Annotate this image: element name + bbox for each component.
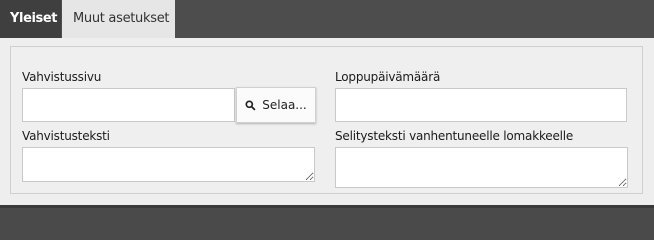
confirmation-page-input[interactable]: [22, 88, 235, 122]
confirmation-text-textarea[interactable]: [22, 147, 315, 182]
confirmation-text-label: Vahvistusteksti: [22, 129, 110, 143]
form-section: Vahvistussivu Selaa... Loppupäivämäärä V…: [10, 46, 643, 194]
confirmation-page-label: Vahvistussivu: [22, 70, 102, 84]
browse-button-label: Selaa...: [262, 98, 307, 112]
search-icon: [245, 99, 256, 111]
end-date-label: Loppupäivämäärä: [335, 70, 441, 84]
end-date-input[interactable]: [335, 88, 627, 122]
tab-bar: Yleiset Muut asetukset: [0, 0, 654, 38]
browse-button[interactable]: Selaa...: [236, 87, 316, 123]
tab-yleiset[interactable]: Yleiset: [0, 0, 61, 38]
settings-panel: Vahvistussivu Selaa... Loppupäivämäärä V…: [0, 38, 654, 208]
tab-muut-asetukset[interactable]: Muut asetukset: [62, 0, 175, 38]
expired-form-text-label: Selitysteksti vanhentuneelle lomakkeelle: [335, 129, 574, 143]
expired-form-text-textarea[interactable]: [335, 147, 628, 188]
